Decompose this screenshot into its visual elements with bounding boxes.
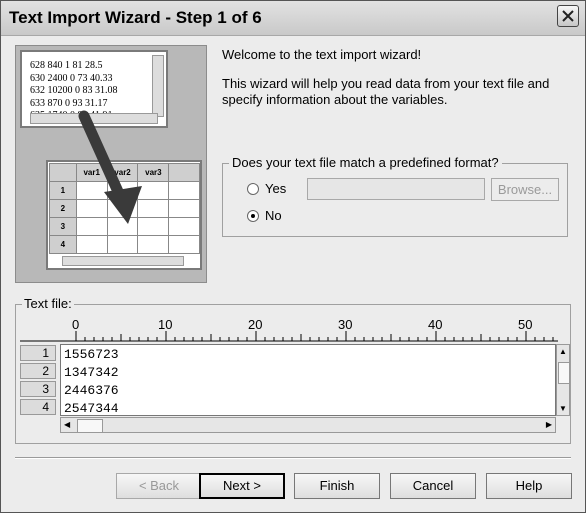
ruler-label: 50 bbox=[518, 317, 533, 332]
browse-button: Browse... bbox=[491, 178, 559, 201]
finish-button[interactable]: Finish bbox=[294, 473, 380, 499]
horizontal-scroll-thumb[interactable] bbox=[77, 419, 103, 433]
back-button[interactable]: < Back bbox=[116, 473, 202, 499]
ruler-label: 40 bbox=[428, 317, 443, 332]
ruler-label: 10 bbox=[158, 317, 173, 332]
scroll-up-arrow-icon[interactable]: ▲ bbox=[559, 347, 567, 356]
separator bbox=[15, 457, 571, 459]
file-preview[interactable]: 1556723 1347342 2446376 2547344 bbox=[60, 344, 556, 416]
close-icon bbox=[562, 10, 574, 22]
vertical-scroll-thumb[interactable] bbox=[558, 362, 570, 384]
row-number-column: 1 2 3 4 bbox=[20, 345, 56, 417]
scroll-down-arrow-icon[interactable]: ▼ bbox=[559, 404, 567, 413]
yes-radio[interactable] bbox=[247, 183, 259, 195]
wizard-illustration: 628 840 1 81 28.5 630 2400 0 73 40.33 63… bbox=[15, 45, 207, 283]
ruler-label: 0 bbox=[72, 317, 80, 332]
format-file-field bbox=[307, 178, 485, 200]
radio-selected-dot bbox=[251, 214, 255, 218]
row-number: 4 bbox=[20, 399, 56, 415]
preview-vertical-scrollbar[interactable]: ▲ ▼ bbox=[556, 344, 570, 416]
title-bar: Text Import Wizard - Step 1 of 6 bbox=[1, 1, 585, 36]
text-file-label: Text file: bbox=[22, 296, 74, 311]
column-ruler[interactable]: 0 10 20 30 40 50 bbox=[20, 314, 558, 342]
cancel-button[interactable]: Cancel bbox=[390, 473, 476, 499]
row-number: 3 bbox=[20, 381, 56, 397]
text-file-group: Text file: 0 10 20 30 40 50 1 2 3 4 1556… bbox=[15, 296, 571, 444]
preview-line: 2446376 bbox=[64, 383, 119, 398]
close-button[interactable] bbox=[557, 5, 579, 27]
row-number: 1 bbox=[20, 345, 56, 361]
preview-horizontal-scrollbar[interactable]: ◀ ▶ bbox=[60, 417, 556, 433]
scroll-left-arrow-icon[interactable]: ◀ bbox=[64, 420, 70, 429]
preview-line: 1347342 bbox=[64, 365, 119, 380]
welcome-text: Welcome to the text import wizard! bbox=[222, 47, 422, 62]
no-radio[interactable] bbox=[247, 210, 259, 222]
row-number: 2 bbox=[20, 363, 56, 379]
ruler-label: 20 bbox=[248, 317, 263, 332]
next-button[interactable]: Next > bbox=[199, 473, 285, 499]
window-title: Text Import Wizard - Step 1 of 6 bbox=[9, 8, 262, 27]
help-button[interactable]: Help bbox=[486, 473, 572, 499]
wizard-window: Text Import Wizard - Step 1 of 6 628 840… bbox=[0, 0, 586, 513]
preview-line: 2547344 bbox=[64, 401, 119, 416]
predefined-format-question: Does your text file match a predefined f… bbox=[229, 155, 502, 170]
scroll-right-arrow-icon[interactable]: ▶ bbox=[546, 420, 552, 429]
no-radio-label[interactable]: No bbox=[265, 208, 282, 223]
intro-text: This wizard will help you read data from… bbox=[222, 76, 550, 107]
predefined-format-group: Does your text file match a predefined f… bbox=[222, 155, 568, 237]
import-arrow-icon bbox=[78, 110, 142, 224]
yes-radio-label[interactable]: Yes bbox=[265, 181, 286, 196]
ruler-label: 30 bbox=[338, 317, 353, 332]
preview-line: 1556723 bbox=[64, 347, 119, 362]
